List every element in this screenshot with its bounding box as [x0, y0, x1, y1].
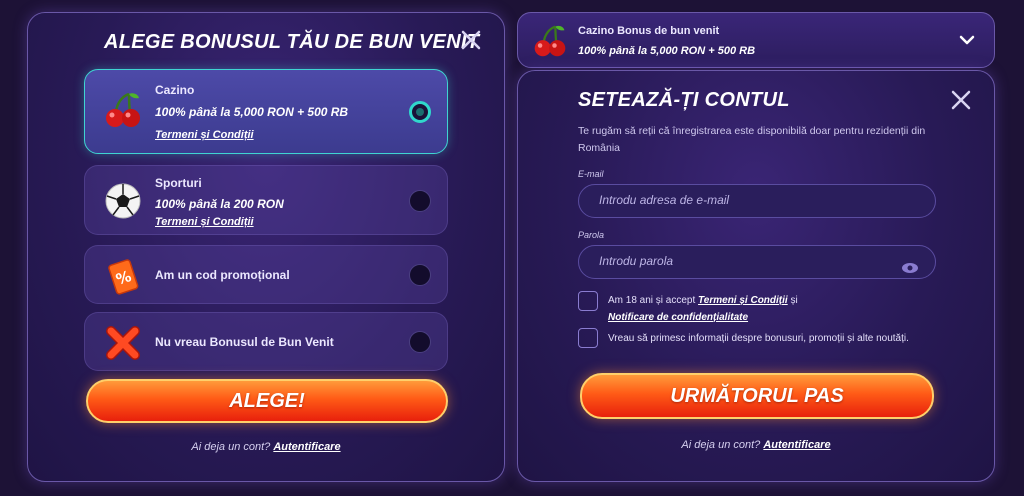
age-terms-and: și	[790, 295, 798, 306]
bonus-option-promo-code[interactable]: % Am un cod promoțional	[84, 245, 448, 304]
selected-bonus-header[interactable]: Cazino Bonus de bun venit 100% până la 5…	[517, 12, 995, 68]
age-terms-text: Am 18 ani și accept Termeni și Condiții …	[608, 292, 798, 326]
bonus-option-no-bonus[interactable]: Nu vreau Bonusul de Bun Venit	[84, 312, 448, 371]
option-label: Cazino	[155, 83, 195, 97]
marketing-checkbox[interactable]	[578, 328, 598, 348]
next-step-button[interactable]: URMĂTORUL PAS	[580, 373, 934, 419]
radio-unselected[interactable]	[409, 331, 431, 353]
account-panel-title: SETEAZĂ-ȚI CONTUL	[578, 89, 790, 111]
terms-link[interactable]: Termeni și Condiții	[155, 129, 254, 141]
bonus-panel-title: ALEGE BONUSUL TĂU DE BUN VENIT	[104, 31, 480, 53]
chevron-down-icon[interactable]	[958, 33, 976, 47]
option-label: Sporturi	[155, 176, 202, 190]
promo-ticket-icon: %	[103, 256, 143, 296]
close-icon[interactable]	[460, 29, 482, 51]
eye-icon[interactable]	[901, 255, 919, 273]
bonus-option-casino[interactable]: Cazino 100% până la 5,000 RON + 500 RB T…	[84, 69, 448, 154]
red-x-icon	[103, 323, 143, 363]
password-placeholder: Introdu parola	[599, 254, 674, 268]
choose-button[interactable]: ALEGE!	[86, 379, 448, 423]
terms-link[interactable]: Termeni și Condiții	[155, 216, 254, 228]
login-prompt: Ai deja un cont? Autentificare	[518, 439, 994, 451]
login-link[interactable]: Autentificare	[273, 441, 340, 453]
login-prompt: Ai deja un cont? Autentificare	[28, 441, 504, 453]
age-terms-checkbox[interactable]	[578, 291, 598, 311]
password-field[interactable]: Introdu parola	[578, 245, 936, 279]
email-field[interactable]: Introdu adresa de e-mail	[578, 184, 936, 218]
bonus-selection-panel: ALEGE BONUSUL TĂU DE BUN VENIT Cazino 10…	[27, 12, 505, 482]
email-label: E-mail	[578, 169, 604, 179]
privacy-notice-link[interactable]: Notificare de confidențialitate	[608, 312, 748, 323]
radio-unselected[interactable]	[409, 264, 431, 286]
email-placeholder: Introdu adresa de e-mail	[599, 193, 730, 207]
option-label: Nu vreau Bonusul de Bun Venit	[155, 335, 334, 349]
radio-selected[interactable]	[409, 101, 431, 123]
account-setup-panel: SETEAZĂ-ȚI CONTUL Te rugăm să reții că î…	[517, 70, 995, 482]
option-subtitle: 100% până la 200 RON	[155, 197, 284, 211]
option-label: Am un cod promoțional	[155, 268, 290, 282]
bonus-option-sports[interactable]: Sporturi 100% până la 200 RON Termeni și…	[84, 165, 448, 235]
soccer-ball-icon	[103, 181, 143, 221]
header-title: Cazino Bonus de bun venit	[578, 25, 720, 37]
login-prompt-text: Ai deja un cont?	[681, 439, 761, 451]
login-link[interactable]: Autentificare	[763, 439, 830, 451]
option-subtitle: 100% până la 5,000 RON + 500 RB	[155, 105, 349, 119]
header-subtitle: 100% până la 5,000 RON + 500 RB	[578, 45, 756, 57]
residency-notice: Te rugăm să reții că înregistrarea este …	[578, 125, 926, 154]
password-label: Parola	[578, 230, 605, 240]
age-terms-prefix: Am 18 ani și accept	[608, 295, 696, 306]
login-prompt-text: Ai deja un cont?	[191, 441, 271, 453]
marketing-text: Vreau să primesc informații despre bonus…	[608, 333, 909, 344]
close-icon[interactable]	[950, 89, 972, 111]
cherries-icon	[532, 23, 568, 59]
terms-link[interactable]: Termeni și Condiții	[698, 295, 788, 306]
radio-unselected[interactable]	[409, 190, 431, 212]
cherries-icon	[103, 90, 143, 130]
